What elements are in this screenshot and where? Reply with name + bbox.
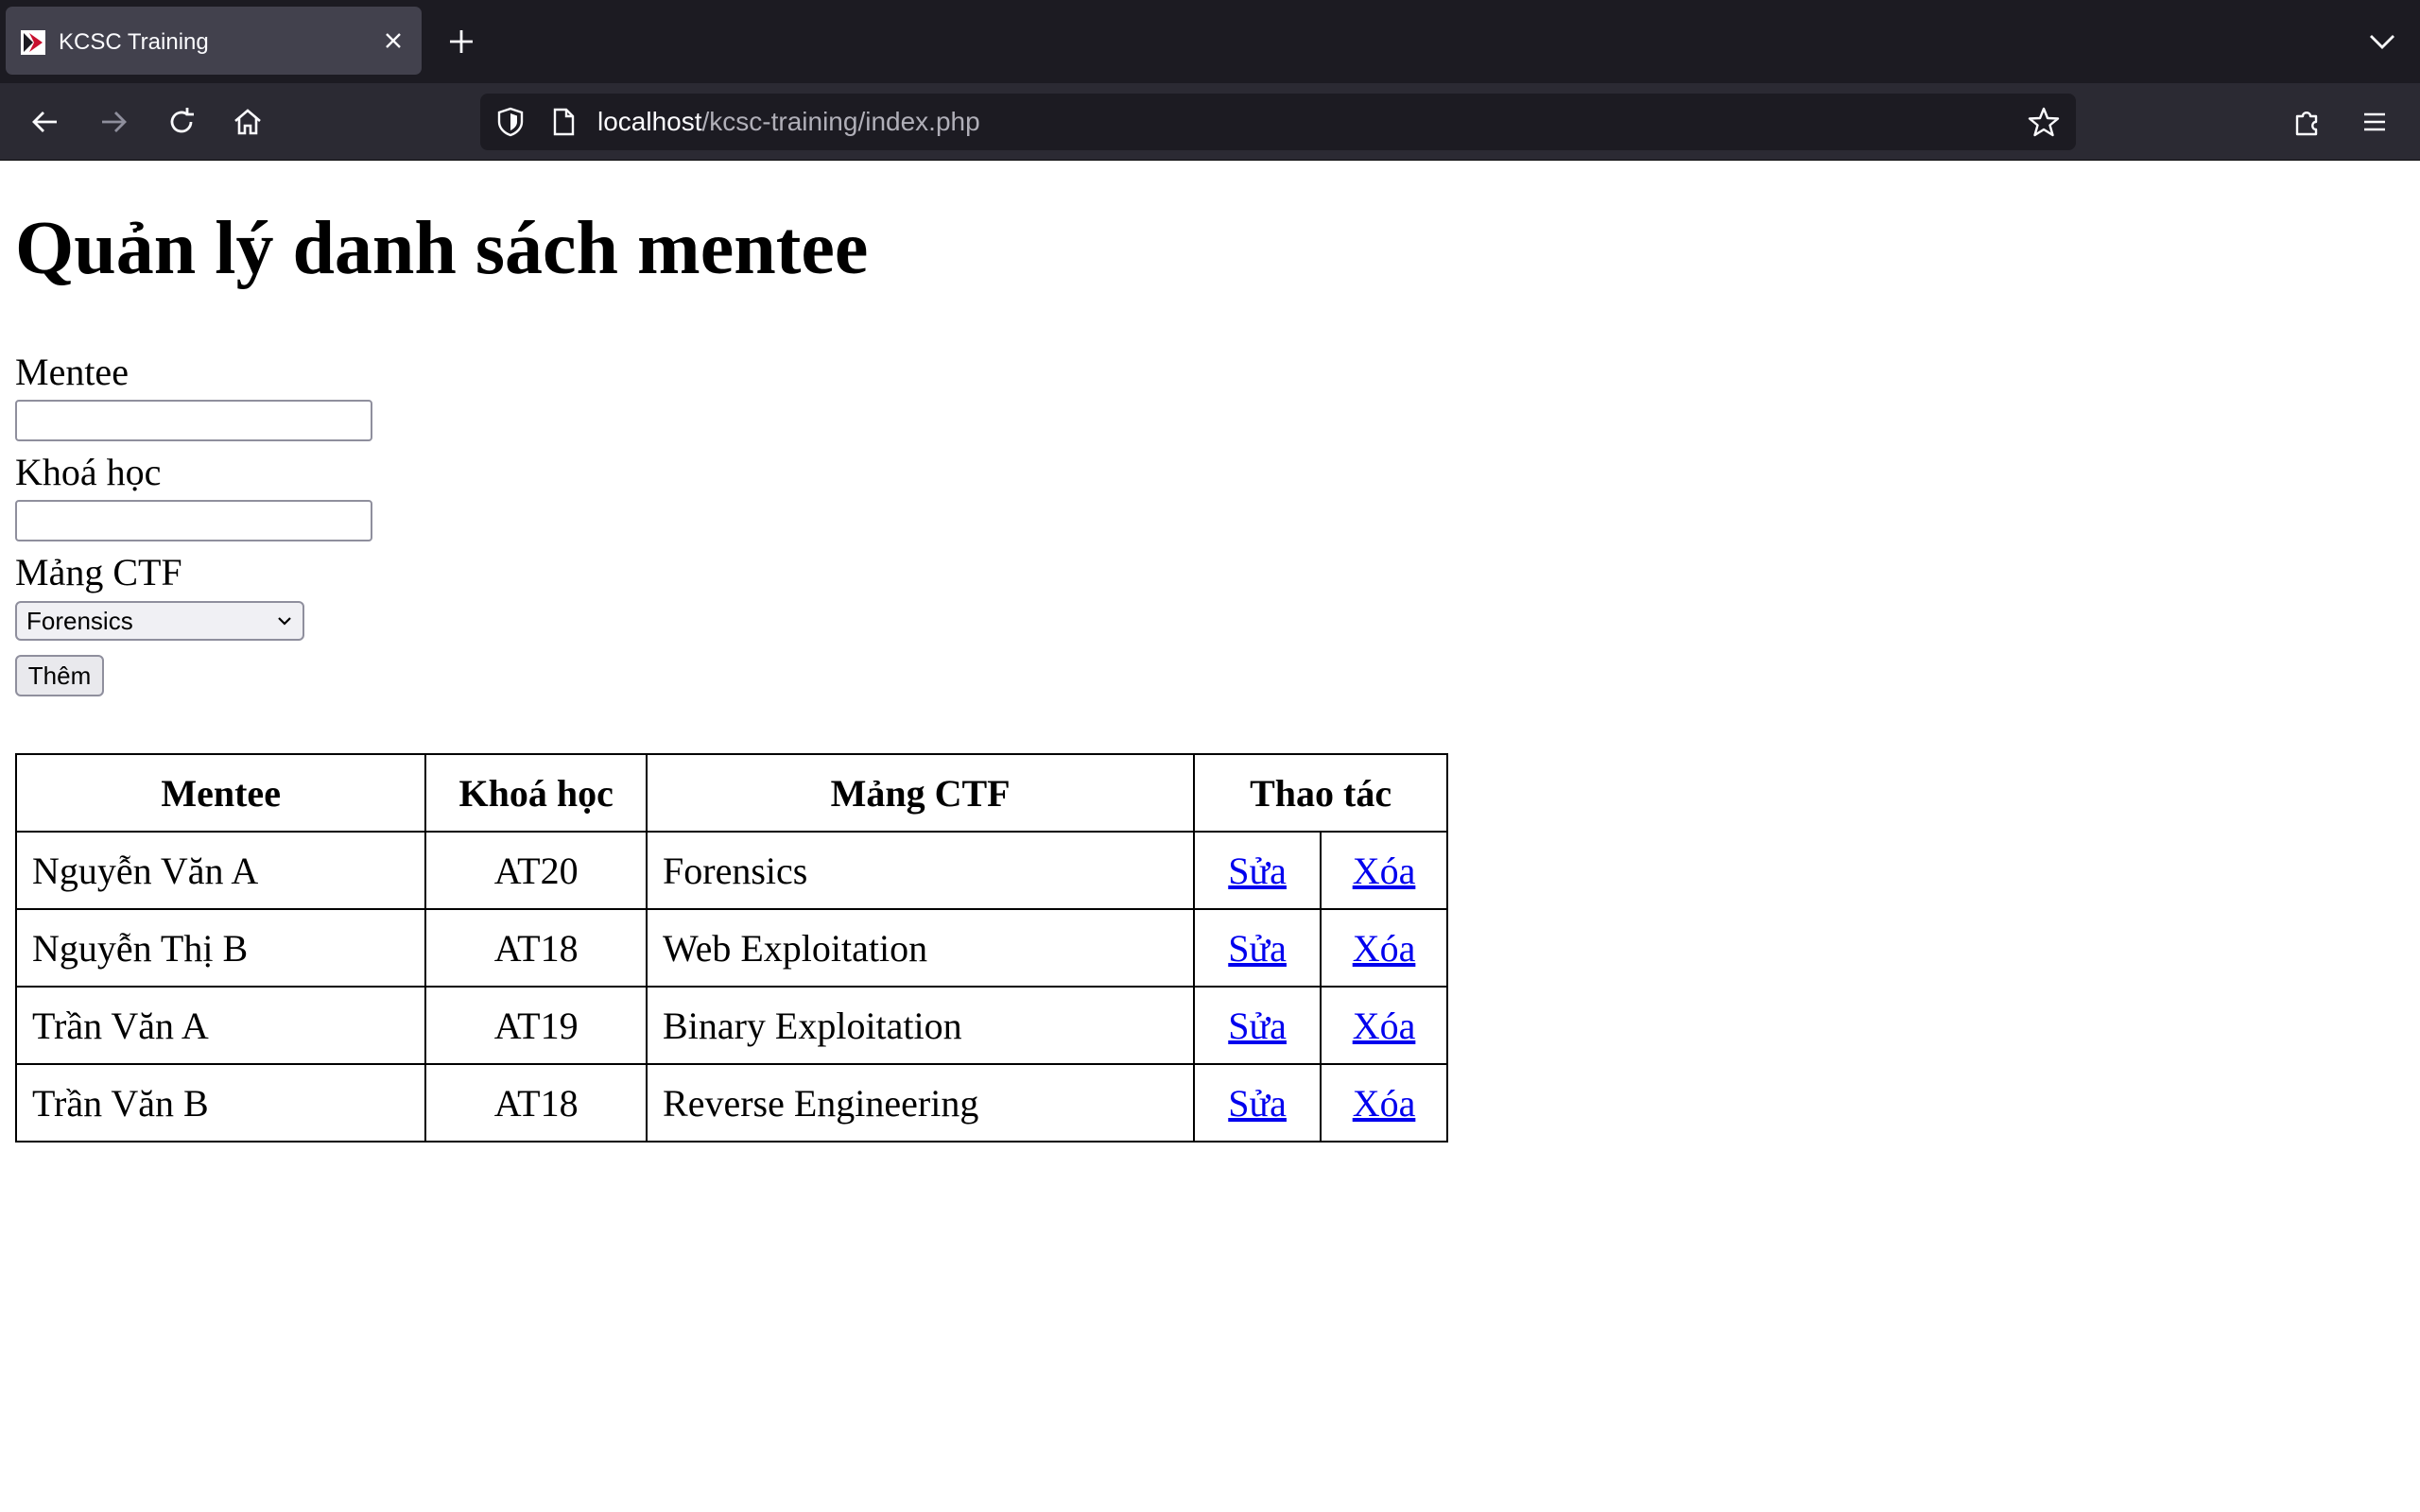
address-bar[interactable]: localhost/kcsc-training/index.php [480, 94, 2076, 150]
ctf-label: Mảng CTF [15, 551, 182, 593]
cell-delete: Xóa [1320, 986, 1448, 1065]
shield-icon[interactable] [493, 105, 527, 139]
table-header-row: Mentee Khoá học Mảng CTF Thao tác [14, 753, 1448, 833]
header-ctf: Mảng CTF [646, 753, 1196, 833]
table-row: Trần Văn A AT19 Binary Exploitation Sửa … [14, 986, 1448, 1065]
cell-ctf: Forensics [646, 831, 1196, 910]
edit-link[interactable]: Sửa [1228, 1005, 1287, 1047]
cell-edit: Sửa [1193, 1063, 1322, 1143]
edit-link[interactable]: Sửa [1228, 927, 1287, 970]
page-content: Quản lý danh sách mentee Mentee Khoá học… [0, 161, 2420, 1512]
cell-course: AT20 [424, 831, 648, 910]
back-icon[interactable] [25, 101, 66, 143]
course-input[interactable] [15, 500, 372, 541]
header-mentee: Mentee [14, 753, 427, 833]
table-row: Trần Văn B AT18 Reverse Engineering Sửa … [14, 1063, 1448, 1143]
menu-icon[interactable] [2354, 101, 2395, 143]
chevron-down-icon [274, 610, 295, 631]
table-row: Nguyễn Văn A AT20 Forensics Sửa Xóa [14, 831, 1448, 910]
delete-link[interactable]: Xóa [1353, 1005, 1416, 1047]
cell-ctf: Web Exploitation [646, 908, 1196, 988]
extensions-icon[interactable] [2286, 101, 2327, 143]
cell-edit: Sửa [1193, 986, 1322, 1065]
navigation-toolbar: localhost/kcsc-training/index.php [0, 83, 2420, 161]
add-mentee-button[interactable]: Thêm [15, 655, 104, 696]
favicon-icon [21, 30, 45, 55]
edit-link[interactable]: Sửa [1228, 850, 1287, 892]
mentee-label: Mentee [15, 351, 129, 393]
cell-course: AT19 [424, 986, 648, 1065]
url-path: /kcsc-training/index.php [701, 107, 980, 136]
cell-delete: Xóa [1320, 1063, 1448, 1143]
cell-course: AT18 [424, 1063, 648, 1143]
course-label: Khoá học [15, 451, 162, 493]
ctf-selected-value: Forensics [26, 607, 133, 635]
page-title: Quản lý danh sách mentee [15, 207, 869, 290]
header-actions: Thao tác [1193, 753, 1448, 833]
tab-bar: KCSC Training [0, 0, 2420, 83]
star-icon[interactable] [2027, 105, 2061, 139]
mentee-input[interactable] [15, 400, 372, 441]
cell-ctf: Reverse Engineering [646, 1063, 1196, 1143]
forward-icon[interactable] [93, 101, 134, 143]
cell-name: Trần Văn B [14, 1063, 427, 1143]
delete-link[interactable]: Xóa [1353, 1082, 1416, 1125]
delete-link[interactable]: Xóa [1353, 927, 1416, 970]
cell-edit: Sửa [1193, 831, 1322, 910]
mentee-table: Mentee Khoá học Mảng CTF Thao tác Nguyễn… [14, 753, 1448, 1143]
cell-name: Nguyễn Thị B [14, 908, 427, 988]
cell-delete: Xóa [1320, 831, 1448, 910]
browser-tab[interactable]: KCSC Training [6, 7, 422, 75]
page-icon[interactable] [546, 105, 580, 139]
cell-ctf: Binary Exploitation [646, 986, 1196, 1065]
reload-icon[interactable] [161, 101, 202, 143]
tab-title: KCSC Training [59, 29, 209, 55]
cell-edit: Sửa [1193, 908, 1322, 988]
url-host: localhost [597, 107, 702, 136]
cell-delete: Xóa [1320, 908, 1448, 988]
ctf-select[interactable]: Forensics [15, 601, 304, 641]
chevron-down-icon[interactable] [2363, 23, 2401, 60]
cell-course: AT18 [424, 908, 648, 988]
home-icon[interactable] [227, 101, 268, 143]
edit-link[interactable]: Sửa [1228, 1082, 1287, 1125]
header-course: Khoá học [424, 753, 648, 833]
url-text[interactable]: localhost/kcsc-training/index.php [597, 107, 980, 137]
cell-name: Nguyễn Văn A [14, 831, 427, 910]
plus-icon[interactable] [444, 23, 478, 60]
table-row: Nguyễn Thị B AT18 Web Exploitation Sửa X… [14, 908, 1448, 988]
delete-link[interactable]: Xóa [1353, 850, 1416, 892]
cell-name: Trần Văn A [14, 986, 427, 1065]
close-icon[interactable] [376, 24, 410, 58]
